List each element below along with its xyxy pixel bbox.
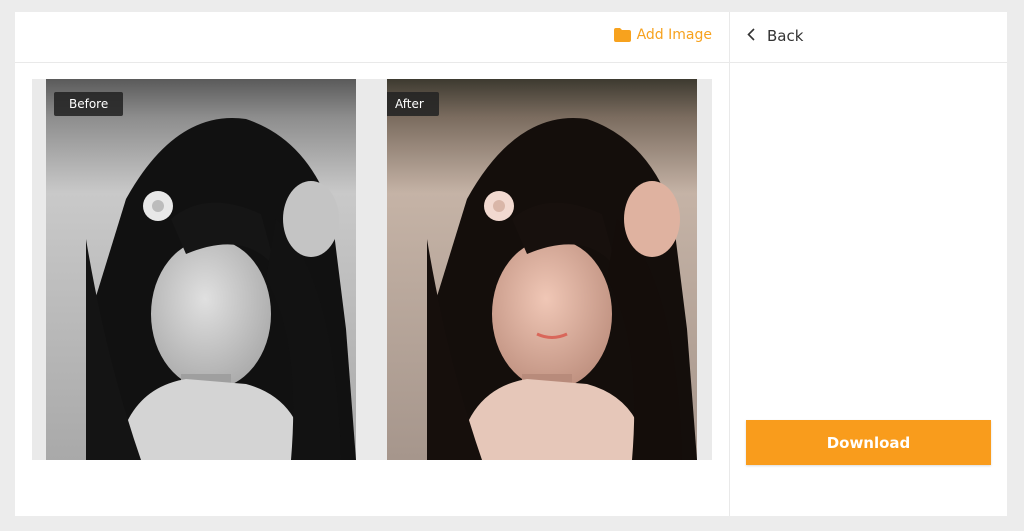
main-panel: Add Image Before After <box>15 12 729 516</box>
side-header: Back <box>730 12 1007 63</box>
back-button[interactable]: Back <box>747 27 803 45</box>
add-image-label: Add Image <box>636 27 712 43</box>
add-image-button[interactable]: Add Image <box>613 27 712 43</box>
main-header: Add Image <box>15 12 729 63</box>
after-label: After <box>387 92 439 116</box>
before-pane: Before <box>46 79 356 460</box>
folder-icon <box>613 28 631 42</box>
after-photo <box>387 79 697 460</box>
after-pane: After <box>387 79 697 460</box>
editor-card: Add Image Before After Back Download <box>15 12 1007 516</box>
before-photo <box>46 79 356 460</box>
chevron-left-icon <box>747 27 755 45</box>
back-label: Back <box>767 27 804 45</box>
side-panel: Back Download <box>729 12 1007 516</box>
before-label: Before <box>54 92 124 116</box>
download-button[interactable]: Download <box>746 420 991 465</box>
comparison-view: Before After <box>32 79 712 460</box>
